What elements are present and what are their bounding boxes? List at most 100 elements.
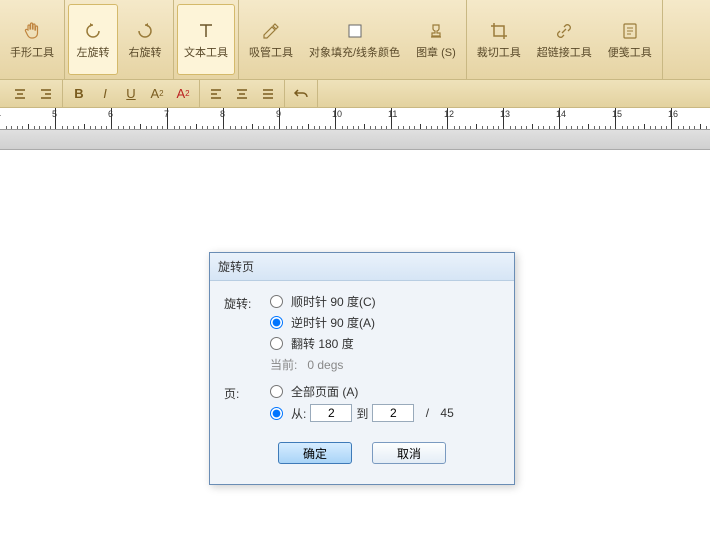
page-slash: / bbox=[426, 406, 429, 420]
text-tool-label: 文本工具 bbox=[184, 47, 228, 59]
ruler-segment: 10 bbox=[336, 108, 392, 130]
align-group-1 bbox=[4, 80, 63, 107]
rotate-flip-radio[interactable] bbox=[270, 337, 283, 350]
page-all-option[interactable]: 全部页面 (A) bbox=[270, 383, 500, 400]
ruler-number: 15 bbox=[612, 109, 622, 119]
fill-icon bbox=[343, 19, 367, 43]
ruler-segment: 7 bbox=[168, 108, 224, 130]
crop-label: 裁切工具 bbox=[477, 47, 521, 59]
page-to-text: 到 bbox=[356, 405, 368, 422]
page-from-radio[interactable] bbox=[270, 407, 283, 420]
text-icon bbox=[194, 19, 218, 43]
page-range-option: 从: 到 / 45 bbox=[270, 404, 500, 422]
tool-group-nav: 手形工具 bbox=[0, 0, 65, 79]
ruler-number: 4 bbox=[0, 109, 1, 119]
eyedropper-button[interactable]: 吸管工具 bbox=[242, 4, 300, 75]
ruler-number: 5 bbox=[52, 109, 57, 119]
bold-button[interactable]: B bbox=[69, 84, 89, 104]
fill-button[interactable]: 对象填充/线条颜色 bbox=[302, 4, 407, 75]
ruler-number: 11 bbox=[388, 109, 397, 119]
rotate-cw-radio[interactable] bbox=[270, 295, 283, 308]
dialog-title: 旋转页 bbox=[210, 253, 514, 281]
align-center-button[interactable] bbox=[10, 84, 30, 104]
undo-button[interactable] bbox=[291, 84, 311, 104]
note-label: 便笺工具 bbox=[608, 47, 652, 59]
canvas-gap bbox=[0, 130, 710, 150]
ruler-segment: 5 bbox=[56, 108, 112, 130]
rotate-cw-option[interactable]: 顺时针 90 度(C) bbox=[270, 293, 500, 310]
tool-group-rotate: 左旋转 右旋转 bbox=[65, 0, 174, 79]
ruler-number: 10 bbox=[332, 109, 342, 119]
rotate-right-button[interactable]: 右旋转 bbox=[120, 4, 170, 75]
page-to-input[interactable] bbox=[372, 404, 414, 422]
ruler-segment: 9 bbox=[280, 108, 336, 130]
ruler-segment: 16 bbox=[672, 108, 710, 130]
subscript-button[interactable]: A2 bbox=[173, 84, 193, 104]
ruler-segment: 8 bbox=[224, 108, 280, 130]
rotate-ccw-option[interactable]: 逆时针 90 度(A) bbox=[270, 314, 500, 331]
rotate-flip-text: 翻转 180 度 bbox=[291, 335, 354, 352]
align-center2-button[interactable] bbox=[232, 84, 252, 104]
link-button[interactable]: 超链接工具 bbox=[530, 4, 599, 75]
rotate-right-icon bbox=[133, 19, 157, 43]
secondary-toolbar: B I U A2 A2 bbox=[0, 80, 710, 108]
rotate-left-label: 左旋转 bbox=[77, 47, 110, 59]
ruler-number: 7 bbox=[164, 109, 169, 119]
page-from-input[interactable] bbox=[310, 404, 352, 422]
ruler-number: 16 bbox=[668, 109, 678, 119]
main-toolbar: 手形工具 左旋转 右旋转 文本工具 吸管工具 bbox=[0, 0, 710, 80]
eyedropper-icon bbox=[259, 19, 283, 43]
cancel-button[interactable]: 取消 bbox=[372, 442, 446, 464]
text-tool-button[interactable]: 文本工具 bbox=[177, 4, 235, 75]
rotate-options: 顺时针 90 度(C) 逆时针 90 度(A) 翻转 180 度 当前: 0 d… bbox=[270, 293, 500, 373]
rotate-page-dialog: 旋转页 旋转: 顺时针 90 度(C) 逆时针 90 度(A) 翻转 180 度… bbox=[209, 252, 515, 485]
rotate-ccw-radio[interactable] bbox=[270, 316, 283, 329]
stamp-button[interactable]: 图章 (S) bbox=[409, 4, 463, 75]
ruler-segment: 13 bbox=[504, 108, 560, 130]
rotate-field: 旋转: 顺时针 90 度(C) 逆时针 90 度(A) 翻转 180 度 当前:… bbox=[224, 293, 500, 373]
rotate-right-label: 右旋转 bbox=[129, 47, 162, 59]
superscript-button[interactable]: A2 bbox=[147, 84, 167, 104]
rotate-left-button[interactable]: 左旋转 bbox=[68, 4, 118, 75]
page-total: 45 bbox=[440, 406, 453, 420]
ruler-number: 8 bbox=[220, 109, 225, 119]
align-group-2 bbox=[200, 80, 285, 107]
ruler-number: 14 bbox=[556, 109, 566, 119]
page-options: 全部页面 (A) 从: 到 / 45 bbox=[270, 383, 500, 426]
align-justify-button[interactable] bbox=[258, 84, 278, 104]
underline-button[interactable]: U bbox=[121, 84, 141, 104]
note-button[interactable]: 便笺工具 bbox=[601, 4, 659, 75]
hand-tool-label: 手形工具 bbox=[10, 47, 54, 59]
align-left-button[interactable] bbox=[206, 84, 226, 104]
dialog-body: 旋转: 顺时针 90 度(C) 逆时针 90 度(A) 翻转 180 度 当前:… bbox=[210, 281, 514, 484]
eyedropper-label: 吸管工具 bbox=[249, 47, 293, 59]
italic-button[interactable]: I bbox=[95, 84, 115, 104]
ruler-segment: 6 bbox=[112, 108, 168, 130]
horizontal-ruler: 456789101112131415161718 bbox=[0, 108, 710, 130]
page-all-radio[interactable] bbox=[270, 385, 283, 398]
note-icon bbox=[618, 19, 642, 43]
ruler-number: 13 bbox=[500, 109, 510, 119]
stamp-icon bbox=[424, 19, 448, 43]
align-right-button[interactable] bbox=[36, 84, 56, 104]
rotate-cw-text: 顺时针 90 度(C) bbox=[291, 293, 376, 310]
undo-group bbox=[285, 80, 318, 107]
crop-button[interactable]: 裁切工具 bbox=[470, 4, 528, 75]
tool-group-fill: 吸管工具 对象填充/线条颜色 图章 (S) bbox=[239, 0, 467, 79]
link-icon bbox=[552, 19, 576, 43]
ok-button[interactable]: 确定 bbox=[278, 442, 352, 464]
hand-tool-button[interactable]: 手形工具 bbox=[3, 4, 61, 75]
rotate-ccw-text: 逆时针 90 度(A) bbox=[291, 314, 375, 331]
ruler-segment: 12 bbox=[448, 108, 504, 130]
rotate-flip-option[interactable]: 翻转 180 度 bbox=[270, 335, 500, 352]
ruler-segment: 14 bbox=[560, 108, 616, 130]
ruler-segment: 15 bbox=[616, 108, 672, 130]
tool-group-text: 文本工具 bbox=[174, 0, 239, 79]
rotate-left-icon bbox=[81, 19, 105, 43]
current-rotation: 当前: 0 degs bbox=[270, 356, 500, 373]
ruler-segment: 11 bbox=[392, 108, 448, 130]
ruler-number: 6 bbox=[108, 109, 113, 119]
dialog-buttons: 确定 取消 bbox=[224, 436, 500, 476]
hand-icon bbox=[20, 19, 44, 43]
ruler-segment: 4 bbox=[0, 108, 56, 130]
